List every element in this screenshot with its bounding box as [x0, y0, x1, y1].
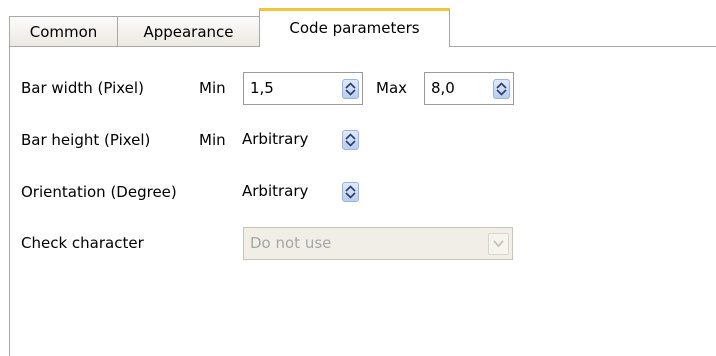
orientation-label: Orientation (Degree): [21, 183, 177, 201]
spin-arrows-icon[interactable]: [342, 79, 359, 99]
orientation-spinbox[interactable]: Arbitrary: [236, 176, 363, 209]
bar-width-max-spinbox[interactable]: 8,0: [424, 72, 514, 105]
bar-height-min-label: Min: [199, 131, 226, 149]
tab-code-parameters[interactable]: Code parameters: [259, 8, 450, 47]
bar-width-max-value: 8,0: [431, 79, 455, 97]
bar-width-min-label: Min: [199, 79, 226, 97]
bar-height-value: Arbitrary: [242, 130, 309, 148]
orientation-value: Arbitrary: [242, 182, 309, 200]
bar-width-min-spinbox[interactable]: 1,5: [243, 72, 363, 105]
spin-arrows-icon[interactable]: [342, 130, 359, 150]
bar-width-min-value: 1,5: [250, 79, 274, 97]
spin-arrows-icon[interactable]: [342, 182, 359, 202]
check-character-value: Do not use: [250, 234, 332, 252]
chevron-down-icon[interactable]: [488, 233, 509, 255]
bar-width-label: Bar width (Pixel): [21, 79, 144, 97]
tab-appearance[interactable]: Appearance: [117, 16, 260, 46]
bar-height-label: Bar height (Pixel): [21, 131, 151, 149]
check-character-label: Check character: [21, 234, 144, 252]
bar-width-max-label: Max: [376, 79, 408, 97]
check-character-select[interactable]: Do not use: [243, 227, 513, 260]
bar-height-spinbox[interactable]: Arbitrary: [236, 124, 363, 157]
tab-common[interactable]: Common: [9, 16, 118, 46]
panel-border: [9, 46, 10, 356]
spin-arrows-icon[interactable]: [493, 79, 510, 99]
